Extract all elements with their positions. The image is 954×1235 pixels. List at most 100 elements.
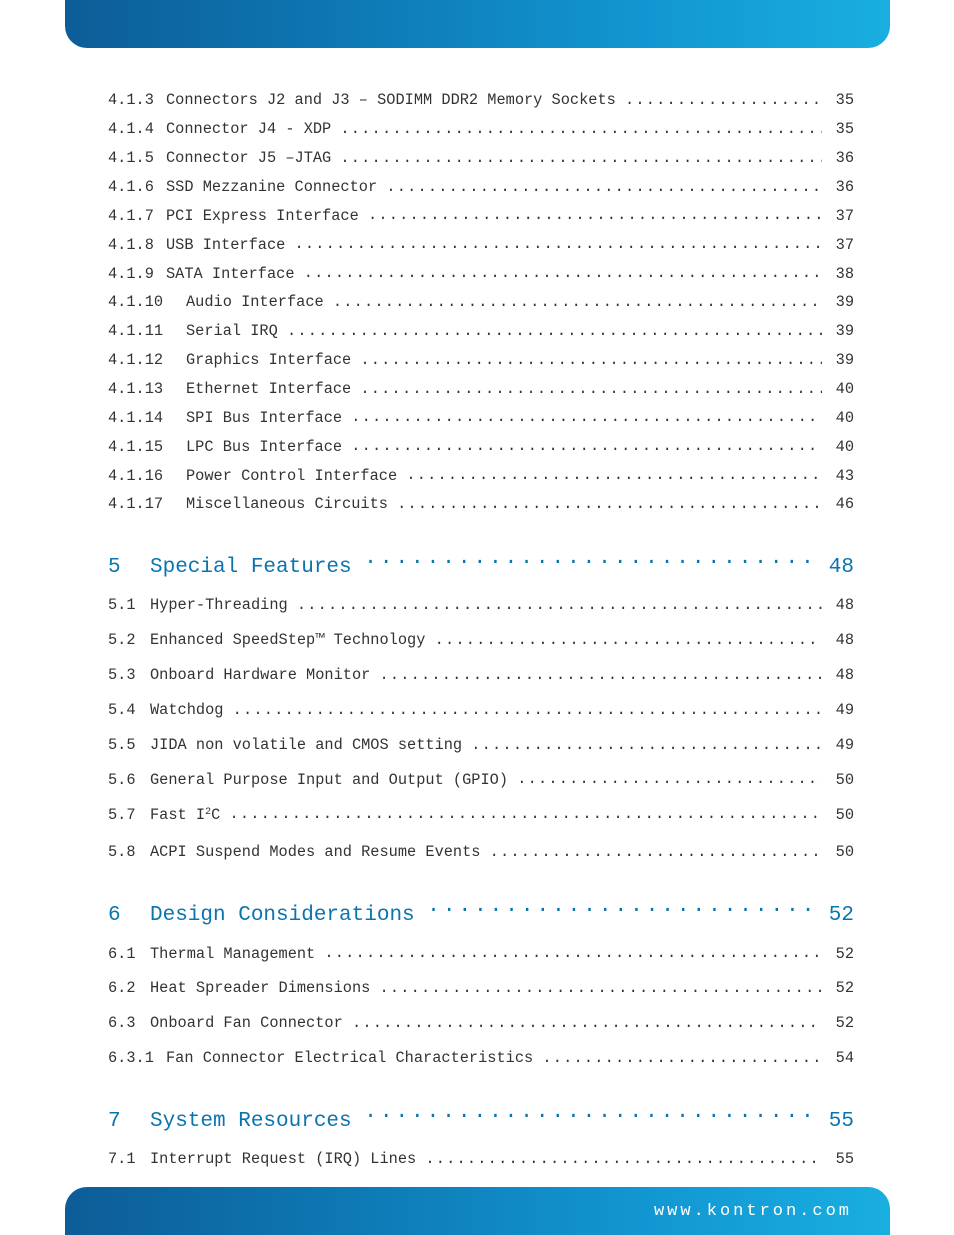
toc-leader-dots bbox=[360, 375, 822, 393]
toc-entry[interactable]: 4.1.13Ethernet Interface 40 bbox=[108, 375, 854, 404]
toc-entry[interactable]: 4.1.14SPI Bus Interface 40 bbox=[108, 403, 854, 432]
toc-entry-page: 40 bbox=[832, 375, 854, 404]
toc-entry-number: 4.1.7 bbox=[108, 202, 166, 231]
toc-leader-dots bbox=[351, 403, 822, 421]
toc-entry[interactable]: 5.4Watchdog 49 bbox=[108, 696, 854, 725]
toc-entry-page: 48 bbox=[832, 626, 854, 655]
toc-chapter-page: 48 bbox=[825, 556, 854, 579]
toc-entry[interactable]: 5.8ACPI Suspend Modes and Resume Events … bbox=[108, 838, 854, 867]
toc-entry-title: SATA Interface bbox=[166, 260, 295, 289]
toc-entry-page: 35 bbox=[832, 115, 854, 144]
toc-leader-dots bbox=[490, 838, 823, 856]
toc-entry-title: Serial IRQ bbox=[186, 317, 278, 346]
toc-leader-dots bbox=[625, 86, 822, 104]
toc-entry[interactable]: 6.3Onboard Fan Connector 52 bbox=[108, 1009, 854, 1038]
toc-entry-page: 40 bbox=[832, 404, 854, 433]
toc-entry[interactable]: 4.1.12Graphics Interface 39 bbox=[108, 346, 854, 375]
toc-entry-number: 4.1.10 bbox=[108, 288, 186, 317]
toc-entry-page: 36 bbox=[832, 144, 854, 173]
toc-entry-page: 55 bbox=[832, 1145, 854, 1174]
toc-leader-dots bbox=[333, 288, 823, 306]
toc-entry[interactable]: 5.5JIDA non volatile and CMOS setting 49 bbox=[108, 731, 854, 760]
toc-leader-dots bbox=[380, 974, 823, 992]
toc-leader-dots bbox=[304, 259, 823, 277]
toc-entry-page: 40 bbox=[832, 433, 854, 462]
toc-leader-dots bbox=[229, 800, 822, 818]
toc-entry-page: 43 bbox=[832, 462, 854, 491]
toc-leader-dots bbox=[287, 317, 822, 335]
toc-entry-title: Connectors J2 and J3 – SODIMM DDR2 Memor… bbox=[166, 86, 616, 115]
toc-entry[interactable]: 4.1.11Serial IRQ 39 bbox=[108, 317, 854, 346]
toc-entry-title: Thermal Management bbox=[150, 940, 315, 969]
toc-entry-title: Heat Spreader Dimensions bbox=[150, 974, 370, 1003]
toc-leader-dots bbox=[297, 591, 823, 609]
toc-leader-dots bbox=[368, 201, 822, 219]
toc-entry-page: 36 bbox=[832, 173, 854, 202]
toc-entry-page: 48 bbox=[832, 591, 854, 620]
toc-chapter-number: 7 bbox=[108, 1110, 150, 1133]
toc-entry-number: 6.2 bbox=[108, 974, 150, 1003]
footer-url: www.kontron.com bbox=[654, 1202, 852, 1221]
toc-entry[interactable]: 4.1.4Connector J4 - XDP 35 bbox=[108, 115, 854, 144]
toc-leader-dots bbox=[364, 1101, 812, 1126]
toc-entry[interactable]: 5.3Onboard Hardware Monitor 48 bbox=[108, 661, 854, 690]
toc-leader-dots bbox=[340, 144, 822, 162]
toc-entry-page: 50 bbox=[832, 801, 854, 830]
toc-leader-dots bbox=[324, 939, 822, 957]
toc-entry[interactable]: 5.2Enhanced SpeedStep™ Technology 48 bbox=[108, 626, 854, 655]
toc-entry[interactable]: 4.1.17Miscellaneous Circuits 46 bbox=[108, 490, 854, 519]
toc-entry[interactable]: 4.1.3Connectors J2 and J3 – SODIMM DDR2 … bbox=[108, 86, 854, 115]
toc-leader-dots bbox=[295, 230, 823, 248]
toc-entry-number: 4.1.3 bbox=[108, 86, 166, 115]
toc-entry-title: Connector J5 –JTAG bbox=[166, 144, 331, 173]
toc-entry[interactable]: 6.3.1Fan Connector Electrical Characteri… bbox=[108, 1044, 854, 1073]
toc-entry-title: Connector J4 - XDP bbox=[166, 115, 331, 144]
toc-entry[interactable]: 5.7Fast I2C 50 bbox=[108, 800, 854, 832]
toc-entry-title: General Purpose Input and Output (GPIO) bbox=[150, 766, 508, 795]
toc-content: 4.1.3Connectors J2 and J3 – SODIMM DDR2 … bbox=[108, 86, 854, 1155]
toc-entry-number: 4.1.15 bbox=[108, 433, 186, 462]
toc-chapter[interactable]: 6Design Considerations 52 bbox=[108, 895, 854, 927]
toc-chapter-title: Special Features bbox=[150, 556, 352, 579]
toc-leader-dots bbox=[380, 661, 823, 679]
toc-chapter-page: 55 bbox=[825, 1110, 854, 1133]
toc-entry-page: 52 bbox=[832, 940, 854, 969]
toc-chapter[interactable]: 5Special Features 48 bbox=[108, 547, 854, 579]
toc-chapter-title: Design Considerations bbox=[150, 904, 415, 927]
toc-entry-title: Graphics Interface bbox=[186, 346, 351, 375]
toc-entry[interactable]: 4.1.10Audio Interface 39 bbox=[108, 288, 854, 317]
toc-leader-dots bbox=[340, 115, 822, 133]
toc-entry[interactable]: 4.1.5Connector J5 –JTAG 36 bbox=[108, 144, 854, 173]
toc-entry-number: 4.1.16 bbox=[108, 462, 186, 491]
toc-entry-title: ACPI Suspend Modes and Resume Events bbox=[150, 838, 480, 867]
toc-entry-title: Onboard Fan Connector bbox=[150, 1009, 343, 1038]
toc-entry-page: 52 bbox=[832, 1009, 854, 1038]
toc-entry-title: Hyper-Threading bbox=[150, 591, 288, 620]
toc-entry-title: Fan Connector Electrical Characteristics bbox=[166, 1044, 533, 1073]
toc-entry[interactable]: 7.1Interrupt Request (IRQ) Lines 55 bbox=[108, 1145, 854, 1174]
toc-entry[interactable]: 5.1Hyper-Threading 48 bbox=[108, 591, 854, 620]
toc-entry-number: 4.1.12 bbox=[108, 346, 186, 375]
toc-entry-page: 46 bbox=[832, 490, 854, 519]
toc-entry[interactable]: 4.1.9SATA Interface 38 bbox=[108, 259, 854, 288]
toc-entry[interactable]: 4.1.8USB Interface 37 bbox=[108, 230, 854, 259]
toc-entry[interactable]: 6.1Thermal Management 52 bbox=[108, 939, 854, 968]
toc-entry[interactable]: 4.1.15LPC Bus Interface 40 bbox=[108, 432, 854, 461]
toc-entry-page: 49 bbox=[832, 696, 854, 725]
toc-entry[interactable]: 4.1.6SSD Mezzanine Connector 36 bbox=[108, 173, 854, 202]
toc-entry[interactable]: 6.2Heat Spreader Dimensions 52 bbox=[108, 974, 854, 1003]
toc-chapter[interactable]: 7System Resources 55 bbox=[108, 1101, 854, 1133]
toc-leader-dots bbox=[406, 461, 822, 479]
toc-entry[interactable]: 4.1.16Power Control Interface 43 bbox=[108, 461, 854, 490]
toc-entry-page: 48 bbox=[832, 661, 854, 690]
toc-entry-number: 4.1.9 bbox=[108, 260, 166, 289]
toc-entry-number: 4.1.5 bbox=[108, 144, 166, 173]
toc-entry[interactable]: 5.6General Purpose Input and Output (GPI… bbox=[108, 765, 854, 794]
toc-entry-title: PCI Express Interface bbox=[166, 202, 359, 231]
toc-entry-number: 4.1.4 bbox=[108, 115, 166, 144]
toc-entry-title: Onboard Hardware Monitor bbox=[150, 661, 370, 690]
toc-entry[interactable]: 4.1.7PCI Express Interface 37 bbox=[108, 201, 854, 230]
toc-chapter-title: System Resources bbox=[150, 1110, 352, 1133]
toc-entry-title: Watchdog bbox=[150, 696, 223, 725]
toc-entry-page: 37 bbox=[832, 202, 854, 231]
